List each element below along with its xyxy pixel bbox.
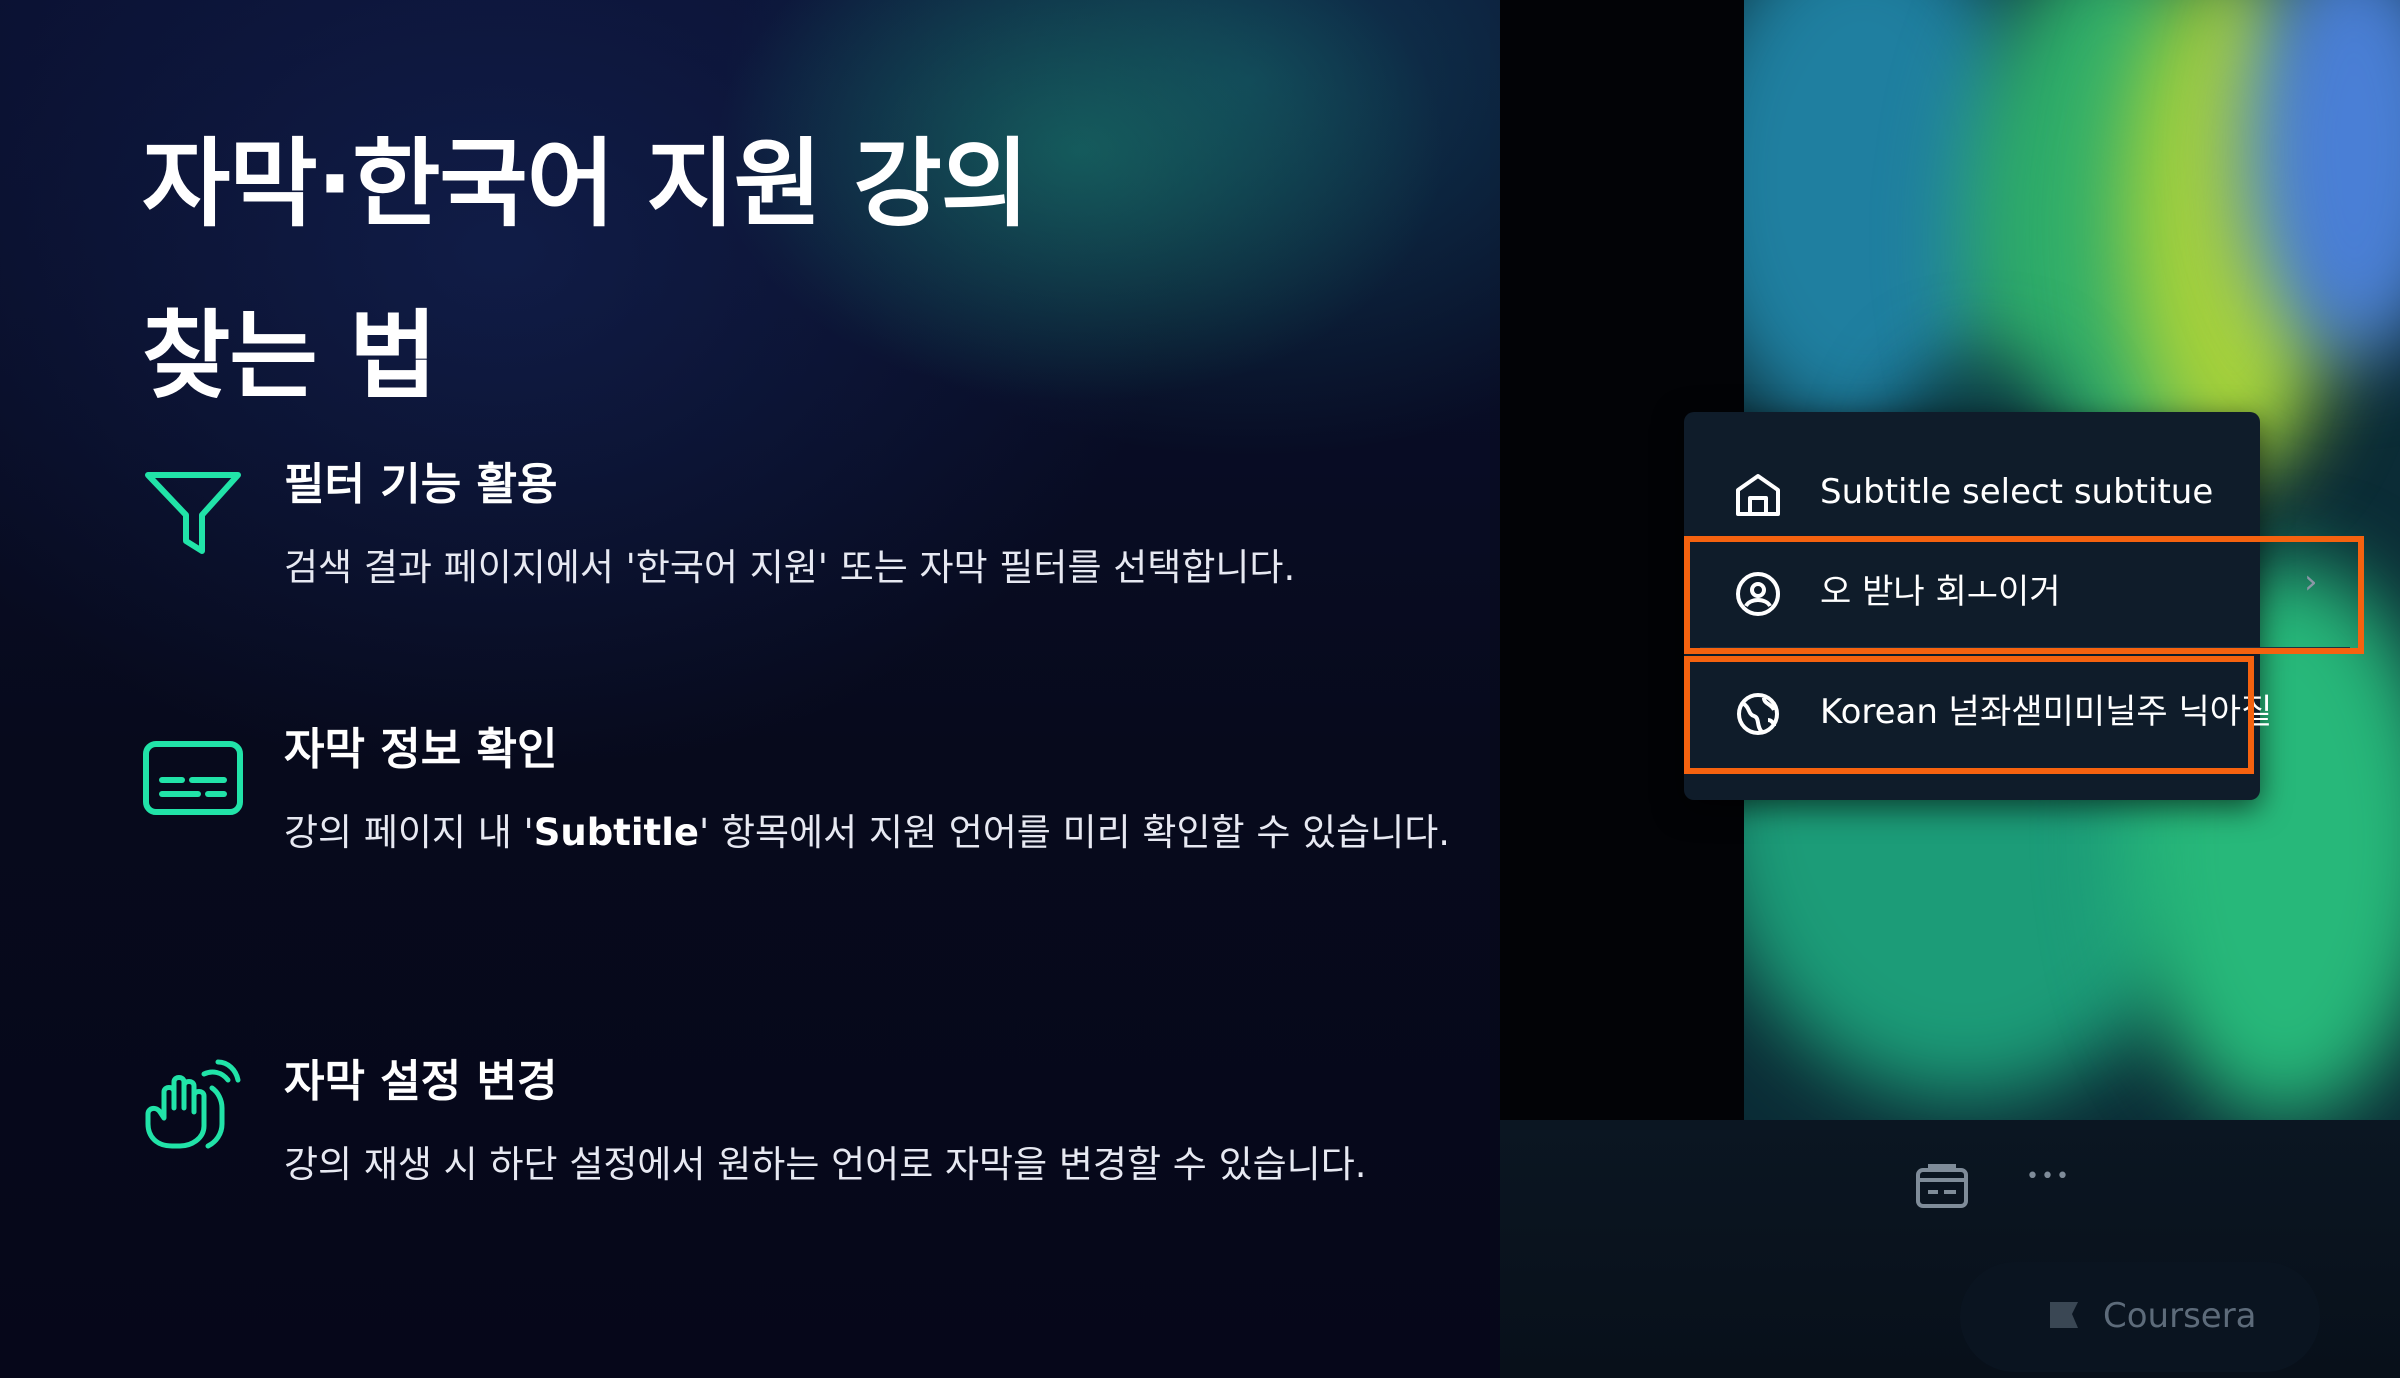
info-panel: 자막·한국어 지원 강의 찾는 법 필터 기능 활용 검색 결과 페이지에서 '… xyxy=(0,0,1500,1378)
subtitles-icon xyxy=(142,720,244,822)
flag-icon xyxy=(2046,1298,2082,1334)
desc-part-pre: 강의 페이지 내 ' xyxy=(284,811,534,854)
feature-subtitle-info-title: 자막 정보 확인 xyxy=(284,724,558,775)
page-title-line1: 자막·한국어 지원 강의 xyxy=(142,128,1029,240)
feature-filter-title: 필터 기능 활용 xyxy=(284,459,558,510)
desc-part-post: ' 항목에서 지원 언어를 미리 확인할 수 있습니다. xyxy=(699,811,1451,854)
feature-subtitle-settings-title: 자막 설정 변경 xyxy=(284,1056,558,1107)
desc-part-bold: Subtitle xyxy=(533,811,700,854)
subtitle-menu-header-label: Subtitle select subtitue xyxy=(1820,472,2214,512)
highlight-box-item-1 xyxy=(1684,536,2364,654)
home-icon xyxy=(1734,470,1782,518)
hand-gesture-icon xyxy=(142,1052,244,1154)
feature-subtitle-settings-description: 강의 재생 시 하단 설정에서 원하는 언어로 자막을 변경할 수 있습니다. xyxy=(284,1143,1367,1186)
caption-settings-icon[interactable] xyxy=(1914,1162,1970,1210)
more-options-button[interactable]: ••• xyxy=(2026,1164,2071,1189)
page-title: 자막·한국어 지원 강의 찾는 법 xyxy=(142,98,1192,442)
subtitle-menu-header: Subtitle select subtitue xyxy=(1684,440,2260,540)
brand-label: Coursera xyxy=(2103,1296,2257,1336)
filter-icon xyxy=(142,455,244,557)
feature-subtitle-info-description: 강의 페이지 내 'Subtitle' 항목에서 지원 언어를 미리 확인할 수… xyxy=(284,800,1494,866)
highlight-box-korean xyxy=(1684,656,2254,774)
page-title-line2: 찾는 법 xyxy=(142,300,437,412)
feature-filter-description: 검색 결과 페이지에서 '한국어 지원' 또는 자막 필터를 선택합니다. xyxy=(284,546,1296,589)
